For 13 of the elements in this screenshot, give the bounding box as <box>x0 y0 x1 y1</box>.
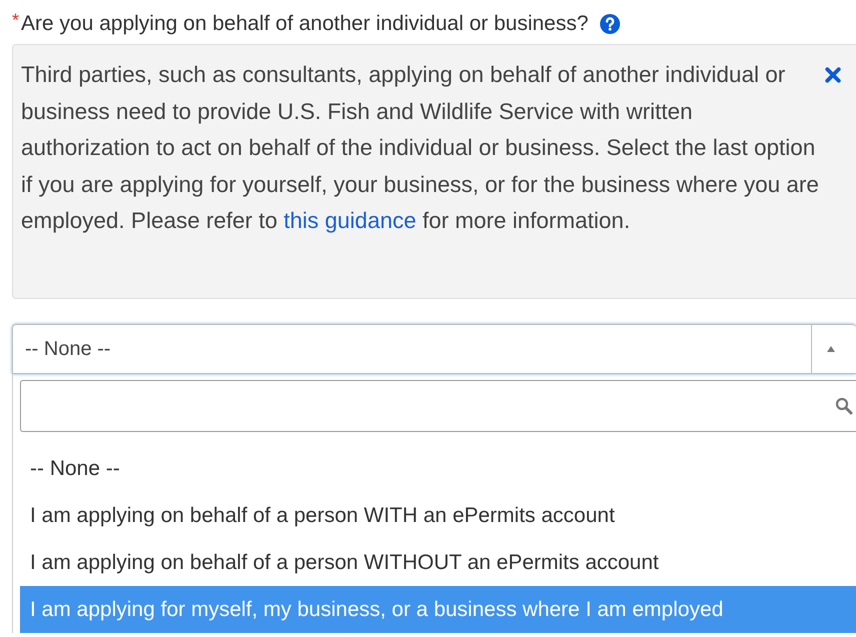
close-icon[interactable] <box>825 67 841 83</box>
dropdown-option[interactable]: I am applying on behalf of a person WITH an ePermits account <box>20 492 856 539</box>
required-mark: * <box>12 10 20 31</box>
help-text: Third parties, such as consultants, applying on behalf of another individual or business need to provide U.S. Fish and Wildlife Service with written authorization to act on behalf of the individual or business. Select the last option if you are applying for yourself, your business, or for the business where you are employed. Please refer to this guidance for more information. <box>21 61 820 236</box>
search-icon <box>835 397 853 415</box>
help-icon[interactable] <box>600 14 620 34</box>
search-field[interactable] <box>20 380 856 432</box>
select-field[interactable]: -- None -- <box>12 324 856 374</box>
dropdown-option[interactable]: -- None -- <box>20 445 856 492</box>
question-label: Are you applying on behalf of another individual or business? <box>21 12 588 36</box>
caret-icon <box>826 345 836 353</box>
guidance-link[interactable]: this guidance <box>284 208 416 234</box>
dropdown-option[interactable]: I am applying on behalf of a person WITHOUT an ePermits account <box>20 539 856 586</box>
